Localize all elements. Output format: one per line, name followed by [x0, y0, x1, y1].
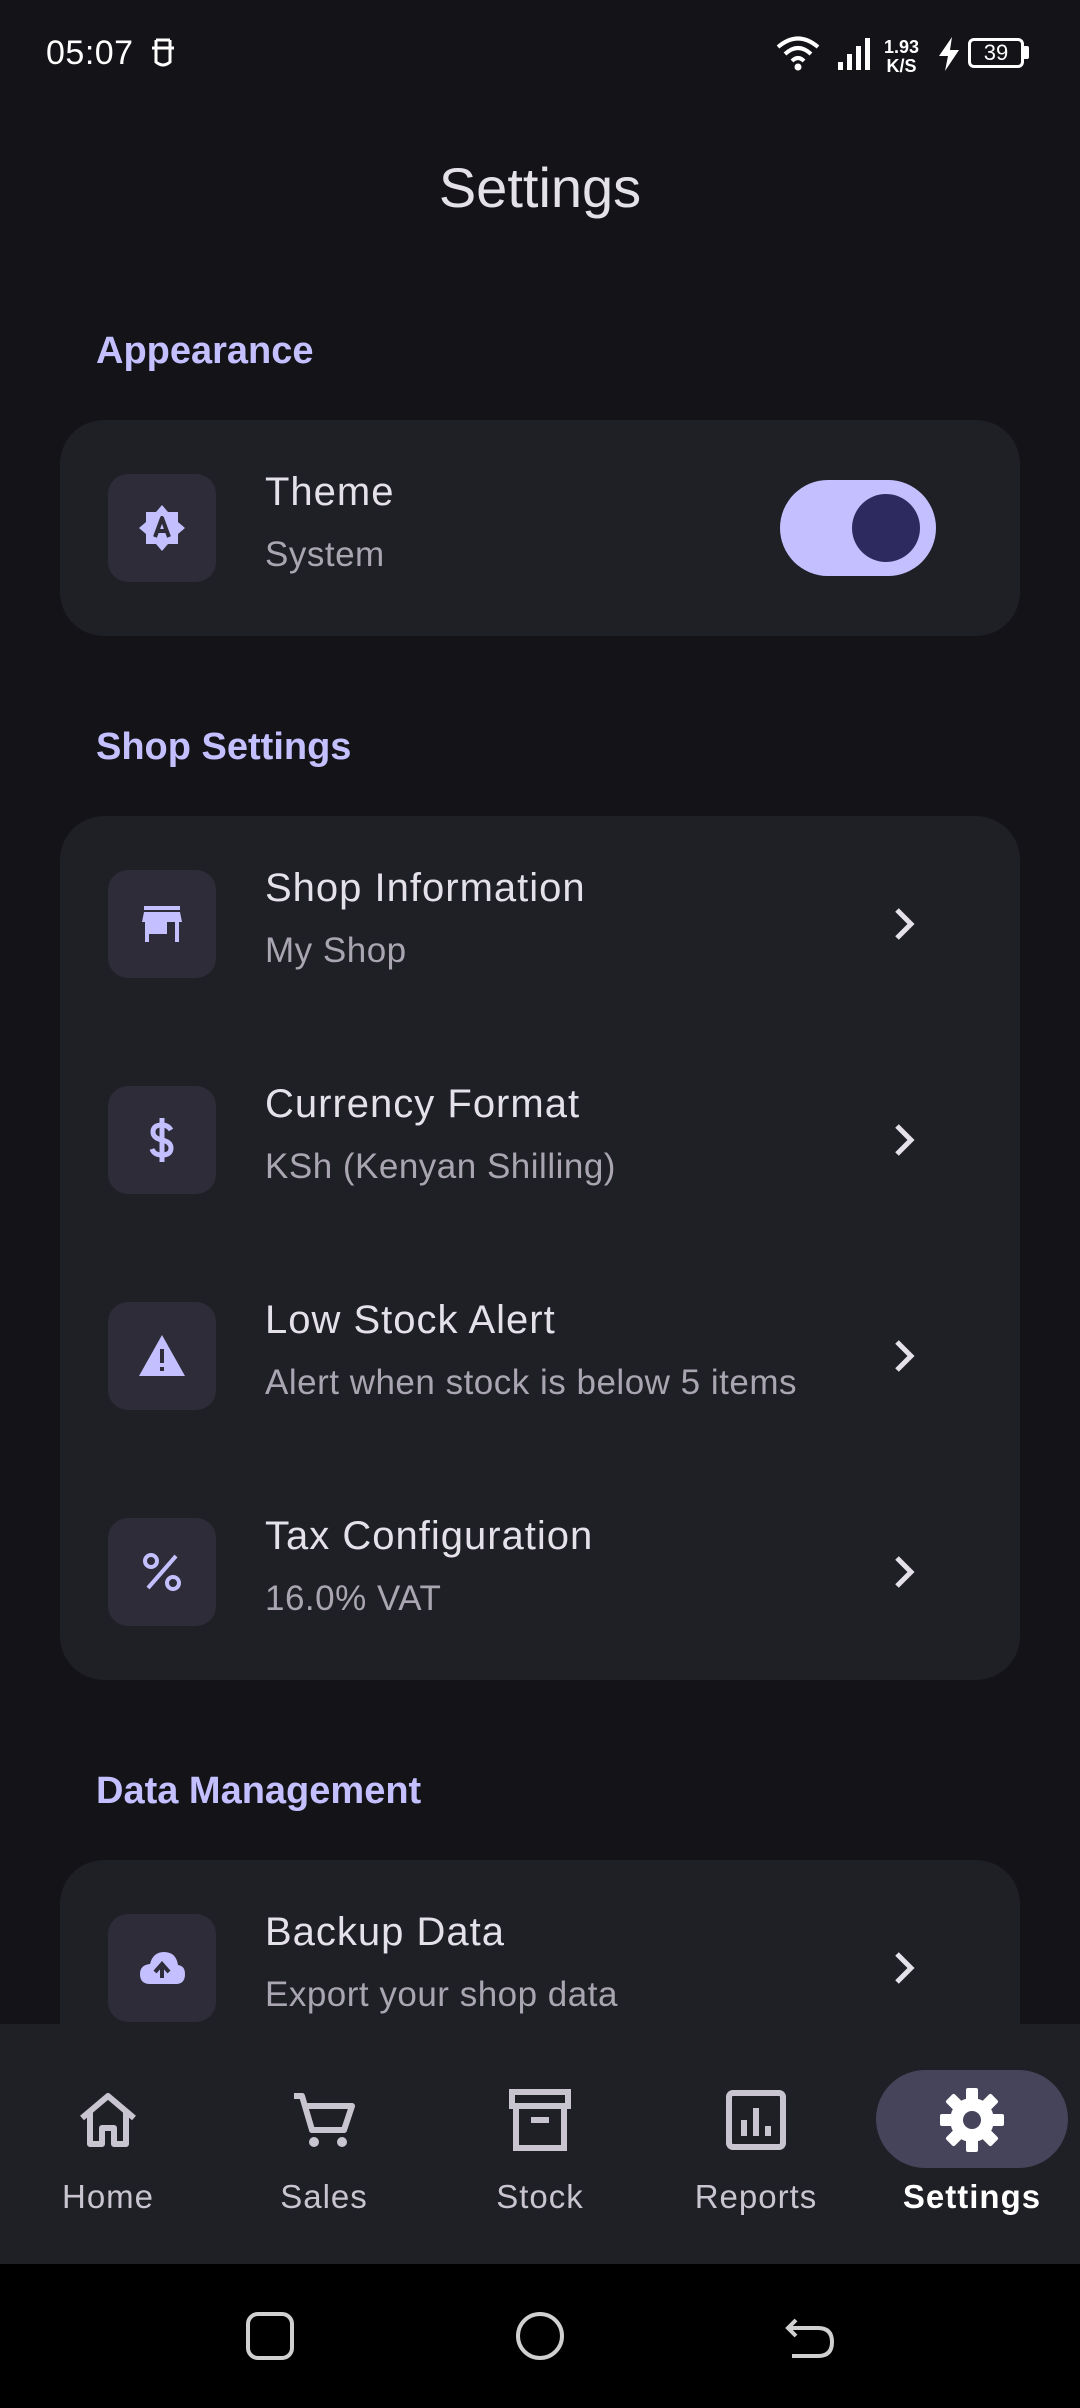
theme-auto-icon	[139, 505, 185, 551]
currency-format-subtitle: KSh (Kenyan Shilling)	[265, 1147, 616, 1186]
nav-label-home: Home	[61, 2178, 155, 2215]
cloud-upload-icon-box	[108, 1914, 216, 2022]
battery-cap	[1024, 46, 1029, 59]
low-stock-alert-row[interactable]: Low Stock Alert Alert when stock is belo…	[60, 1248, 1020, 1464]
currency-format-row[interactable]: Currency Format KSh (Kenyan Shilling)	[60, 1032, 1020, 1248]
chevron-right-icon	[895, 1124, 915, 1156]
theme-icon-box	[108, 474, 216, 582]
theme-row[interactable]: Theme System	[60, 420, 1020, 636]
nav-item-sales[interactable]: Sales	[216, 2024, 432, 2264]
back-button[interactable]	[782, 2308, 838, 2364]
nav-label-sales: Sales	[280, 2178, 368, 2215]
chevron-right-icon	[895, 908, 915, 940]
bottom-navigation: Home Sales Stock Reports Settings	[0, 2024, 1080, 2264]
home-button[interactable]	[512, 2308, 568, 2364]
appearance-card: Theme System	[60, 420, 1020, 636]
page-title: Settings	[438, 156, 642, 219]
theme-toggle[interactable]	[780, 480, 936, 576]
store-icon	[142, 906, 182, 942]
warning-icon-box	[108, 1302, 216, 1410]
chart-icon	[726, 2090, 786, 2150]
face-unlock-icon	[152, 38, 174, 67]
percent-icon	[143, 1553, 181, 1591]
dollar-icon	[149, 1118, 174, 1162]
charging-icon	[939, 37, 959, 71]
tax-configuration-subtitle: 16.0% VAT	[265, 1579, 442, 1618]
nav-label-settings: Settings	[902, 2178, 1042, 2215]
theme-subtitle: System	[265, 535, 385, 574]
chevron-right-icon	[895, 1340, 915, 1372]
backup-data-subtitle: Export your shop data	[265, 1975, 618, 2014]
section-title-appearance: Appearance	[96, 330, 314, 372]
battery-icon: 39	[968, 38, 1024, 68]
tax-configuration-row[interactable]: Tax Configuration 16.0% VAT	[60, 1464, 1020, 1680]
backup-data-title: Backup Data	[265, 1910, 506, 1954]
recents-button[interactable]	[242, 2308, 298, 2364]
shop-information-title: Shop Information	[265, 866, 586, 910]
cloud-upload-icon	[140, 1952, 185, 1984]
nav-item-stock[interactable]: Stock	[432, 2024, 648, 2264]
system-navigation-bar	[0, 2264, 1080, 2408]
status-bar: 05:07 1.93 K/S 39	[0, 0, 1080, 110]
wifi-icon	[776, 36, 820, 71]
nav-item-reports[interactable]: Reports	[648, 2024, 864, 2264]
chevron-right-icon	[895, 1952, 915, 1984]
currency-format-title: Currency Format	[265, 1082, 581, 1126]
nav-item-settings[interactable]: Settings	[864, 2024, 1080, 2264]
shop-information-row[interactable]: Shop Information My Shop	[60, 816, 1020, 1032]
store-icon-box	[108, 870, 216, 978]
section-title-data-management: Data Management	[96, 1770, 422, 1812]
nav-label-reports: Reports	[694, 2178, 818, 2215]
home-icon	[80, 2093, 136, 2147]
tax-configuration-title: Tax Configuration	[265, 1514, 594, 1558]
gear-icon	[940, 2088, 1004, 2152]
network-speed-value: 1.93	[884, 37, 920, 57]
battery-level: 39	[983, 40, 1009, 65]
shop-information-subtitle: My Shop	[265, 931, 407, 970]
theme-title: Theme	[265, 470, 395, 514]
low-stock-alert-subtitle: Alert when stock is below 5 items	[265, 1363, 797, 1402]
cart-icon	[294, 2093, 355, 2147]
network-speed-unit: K/S	[886, 56, 917, 76]
nav-item-home[interactable]: Home	[0, 2024, 216, 2264]
nav-label-stock: Stock	[496, 2178, 584, 2215]
low-stock-alert-title: Low Stock Alert	[265, 1298, 556, 1342]
theme-toggle-knob	[852, 494, 920, 562]
network-speed: 1.93 K/S	[884, 38, 919, 76]
section-title-shop-settings: Shop Settings	[96, 726, 352, 768]
signal-icon	[838, 38, 870, 70]
status-time: 05:07	[46, 34, 134, 72]
shop-settings-card: Shop Information My Shop Currency Format…	[60, 816, 1020, 1680]
chevron-right-icon	[895, 1556, 915, 1588]
archive-icon	[509, 2089, 571, 2151]
dollar-icon-box	[108, 1086, 216, 1194]
percent-icon-box	[108, 1518, 216, 1626]
warning-icon	[139, 1335, 185, 1376]
